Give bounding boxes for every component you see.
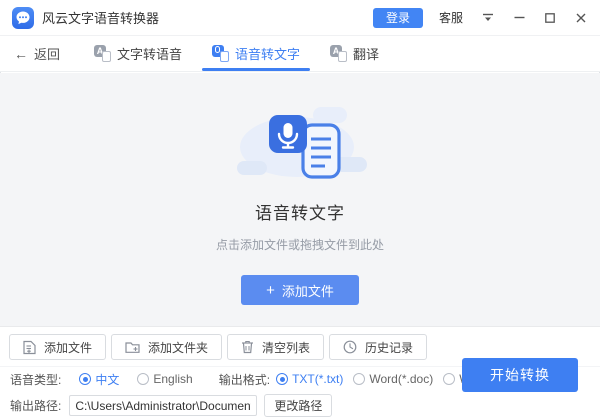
output-format-label: 输出格式: [218, 372, 271, 387]
tab-label: 翻译 [353, 47, 380, 62]
speech-to-text-icon [212, 45, 230, 62]
tab-text-to-speech[interactable]: A 文字转语音 [94, 36, 182, 71]
back-button[interactable]: ← 返回 [14, 44, 60, 63]
drop-hint-text: 点击添加文件或拖拽文件到此处 [215, 238, 384, 252]
app-title: 风云文字语音转换器 [42, 11, 160, 26]
file-plus-icon [23, 340, 36, 354]
close-icon[interactable] [574, 11, 588, 25]
back-label: 返回 [34, 47, 61, 62]
toolbar-label: 历史记录 [365, 340, 414, 355]
tab-bar: ← 返回 A 文字转语音 语音转文字 A 翻译 [0, 36, 600, 72]
radio-format-txt[interactable]: TXT(*.txt) [276, 372, 343, 386]
radio-voice-chinese[interactable]: 中文 [79, 371, 119, 388]
app-logo-icon [12, 6, 34, 29]
titlebar: 风云文字语音转换器 登录 客服 [0, 0, 600, 36]
clear-list-toolbar-button[interactable]: 清空列表 [227, 334, 325, 360]
change-path-button[interactable]: 更改路径 [264, 393, 333, 417]
radio-icon [353, 373, 366, 385]
start-convert-button[interactable]: 开始转换 [462, 358, 578, 392]
radio-label: TXT(*.txt) [292, 372, 344, 386]
tab-label: 语音转文字 [235, 47, 301, 62]
folder-plus-icon [125, 342, 140, 353]
menu-dropdown-icon[interactable] [481, 11, 495, 25]
tab-label: 文字转语音 [117, 47, 183, 62]
trash-icon [242, 340, 254, 354]
radio-icon [79, 373, 92, 385]
clock-icon [343, 340, 357, 354]
bottom-panel: 添加文件 添加文件夹 清空列表 历史记录 语音类型: 中文 English 输出… [0, 326, 600, 420]
text-to-speech-icon: A [94, 45, 112, 62]
support-link[interactable]: 客服 [439, 9, 463, 26]
radio-label: 中文 [95, 372, 120, 387]
page-title: 语音转文字 [255, 204, 345, 223]
output-path-label: 输出路径: [10, 398, 62, 413]
radio-voice-english[interactable]: English [137, 372, 193, 386]
output-path-input[interactable] [69, 394, 258, 416]
output-path-row: 输出路径: 更改路径 [0, 391, 600, 419]
radio-label: Word(*.doc) [369, 372, 434, 386]
toolbar-label: 添加文件 [44, 340, 93, 355]
maximize-icon[interactable] [543, 11, 557, 25]
toolbar-label: 添加文件夹 [148, 340, 209, 355]
drop-zone[interactable]: 语音转文字 点击添加文件或拖拽文件到此处 + 添加文件 [0, 73, 600, 326]
radio-label: English [153, 372, 193, 386]
radio-format-doc[interactable]: Word(*.doc) [353, 372, 433, 386]
history-toolbar-button[interactable]: 历史记录 [329, 334, 428, 360]
add-folder-toolbar-button[interactable]: 添加文件夹 [111, 334, 223, 360]
plus-icon: + [266, 281, 275, 299]
toolbar-label: 清空列表 [262, 340, 311, 355]
minimize-icon[interactable] [512, 11, 526, 25]
radio-icon [443, 373, 456, 385]
translate-icon: A [330, 45, 348, 62]
tab-translate[interactable]: A 翻译 [330, 36, 379, 71]
radio-icon [137, 373, 150, 385]
add-file-button[interactable]: + 添加文件 [241, 275, 359, 305]
speech-to-text-illustration-icon [237, 107, 367, 179]
add-file-label: 添加文件 [281, 283, 334, 299]
radio-icon [276, 373, 289, 385]
tab-speech-to-text[interactable]: 语音转文字 [202, 36, 311, 71]
voice-type-label: 语音类型: [10, 372, 62, 387]
login-button[interactable]: 登录 [372, 7, 423, 28]
add-file-toolbar-button[interactable]: 添加文件 [9, 334, 107, 360]
back-arrow-icon: ← [14, 45, 28, 62]
